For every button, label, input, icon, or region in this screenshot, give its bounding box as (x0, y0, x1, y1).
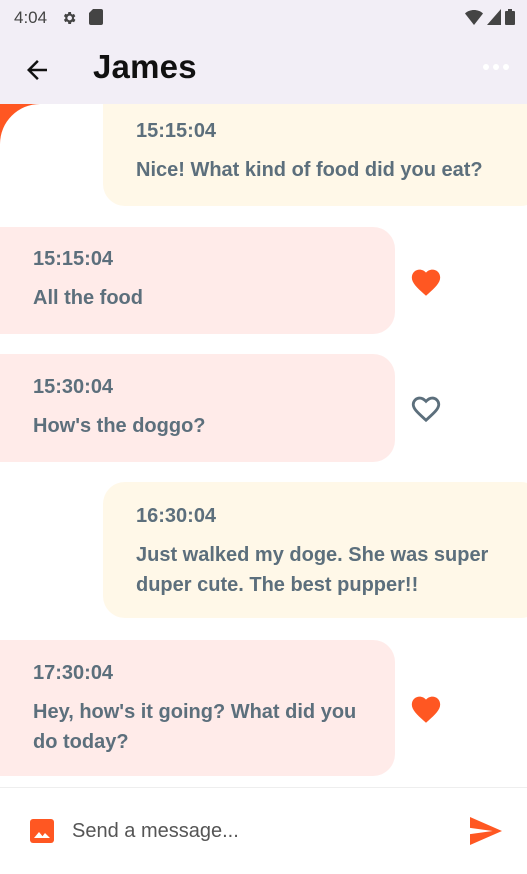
chat-area[interactable]: 15:15:04 Nice! What kind of food did you… (0, 104, 527, 787)
heart-filled-icon (409, 269, 443, 301)
message-time: 15:30:04 (33, 376, 114, 398)
message-text: Hey, how's it going? What did you do tod… (33, 701, 357, 753)
page-title: James (93, 48, 197, 85)
sent-message[interactable]: 15:15:04 Nice! What kind of food did you… (103, 104, 527, 206)
more-options-button[interactable] (483, 64, 509, 70)
message-text: How's the doggo? (33, 415, 206, 437)
cell-signal-icon (487, 9, 501, 30)
message-time: 16:30:04 (136, 505, 217, 527)
settings-gear-icon (61, 10, 77, 31)
heart-outline-icon (409, 396, 443, 428)
sent-message[interactable]: 16:30:04 Just walked my doge. She was su… (103, 482, 527, 618)
image-icon (30, 819, 54, 847)
status-time: 4:04 (14, 8, 48, 27)
message-input[interactable] (72, 816, 442, 846)
message-time: 17:30:04 (33, 662, 114, 684)
like-button[interactable] (409, 692, 443, 724)
message-time: 15:15:04 (33, 248, 114, 270)
send-button[interactable] (470, 817, 502, 845)
status-icons (465, 9, 515, 30)
sd-card-icon (89, 9, 103, 30)
received-message[interactable]: 17:30:04 Hey, how's it going? What did y… (0, 640, 395, 776)
message-text: All the food (33, 287, 143, 309)
wifi-icon (465, 9, 483, 30)
heart-filled-icon (409, 696, 443, 728)
arrow-left-icon (22, 60, 52, 89)
attach-image-button[interactable] (30, 819, 54, 843)
message-text: Nice! What kind of food did you eat? (136, 159, 483, 181)
received-message[interactable]: 15:30:04 How's the doggo? (0, 354, 395, 462)
send-icon (470, 817, 502, 849)
back-button[interactable] (22, 55, 52, 85)
message-time: 15:15:04 (136, 120, 217, 142)
message-composer (0, 788, 527, 874)
like-button[interactable] (409, 265, 443, 297)
status-bar: 4:04 (0, 0, 527, 34)
message-list: 15:15:04 Nice! What kind of food did you… (0, 104, 527, 787)
message-text: Just walked my doge. She was super duper… (136, 544, 489, 596)
app-bar: James (0, 34, 527, 104)
received-message[interactable]: 15:15:04 All the food (0, 227, 395, 334)
like-button[interactable] (409, 392, 443, 424)
battery-icon (505, 9, 515, 30)
